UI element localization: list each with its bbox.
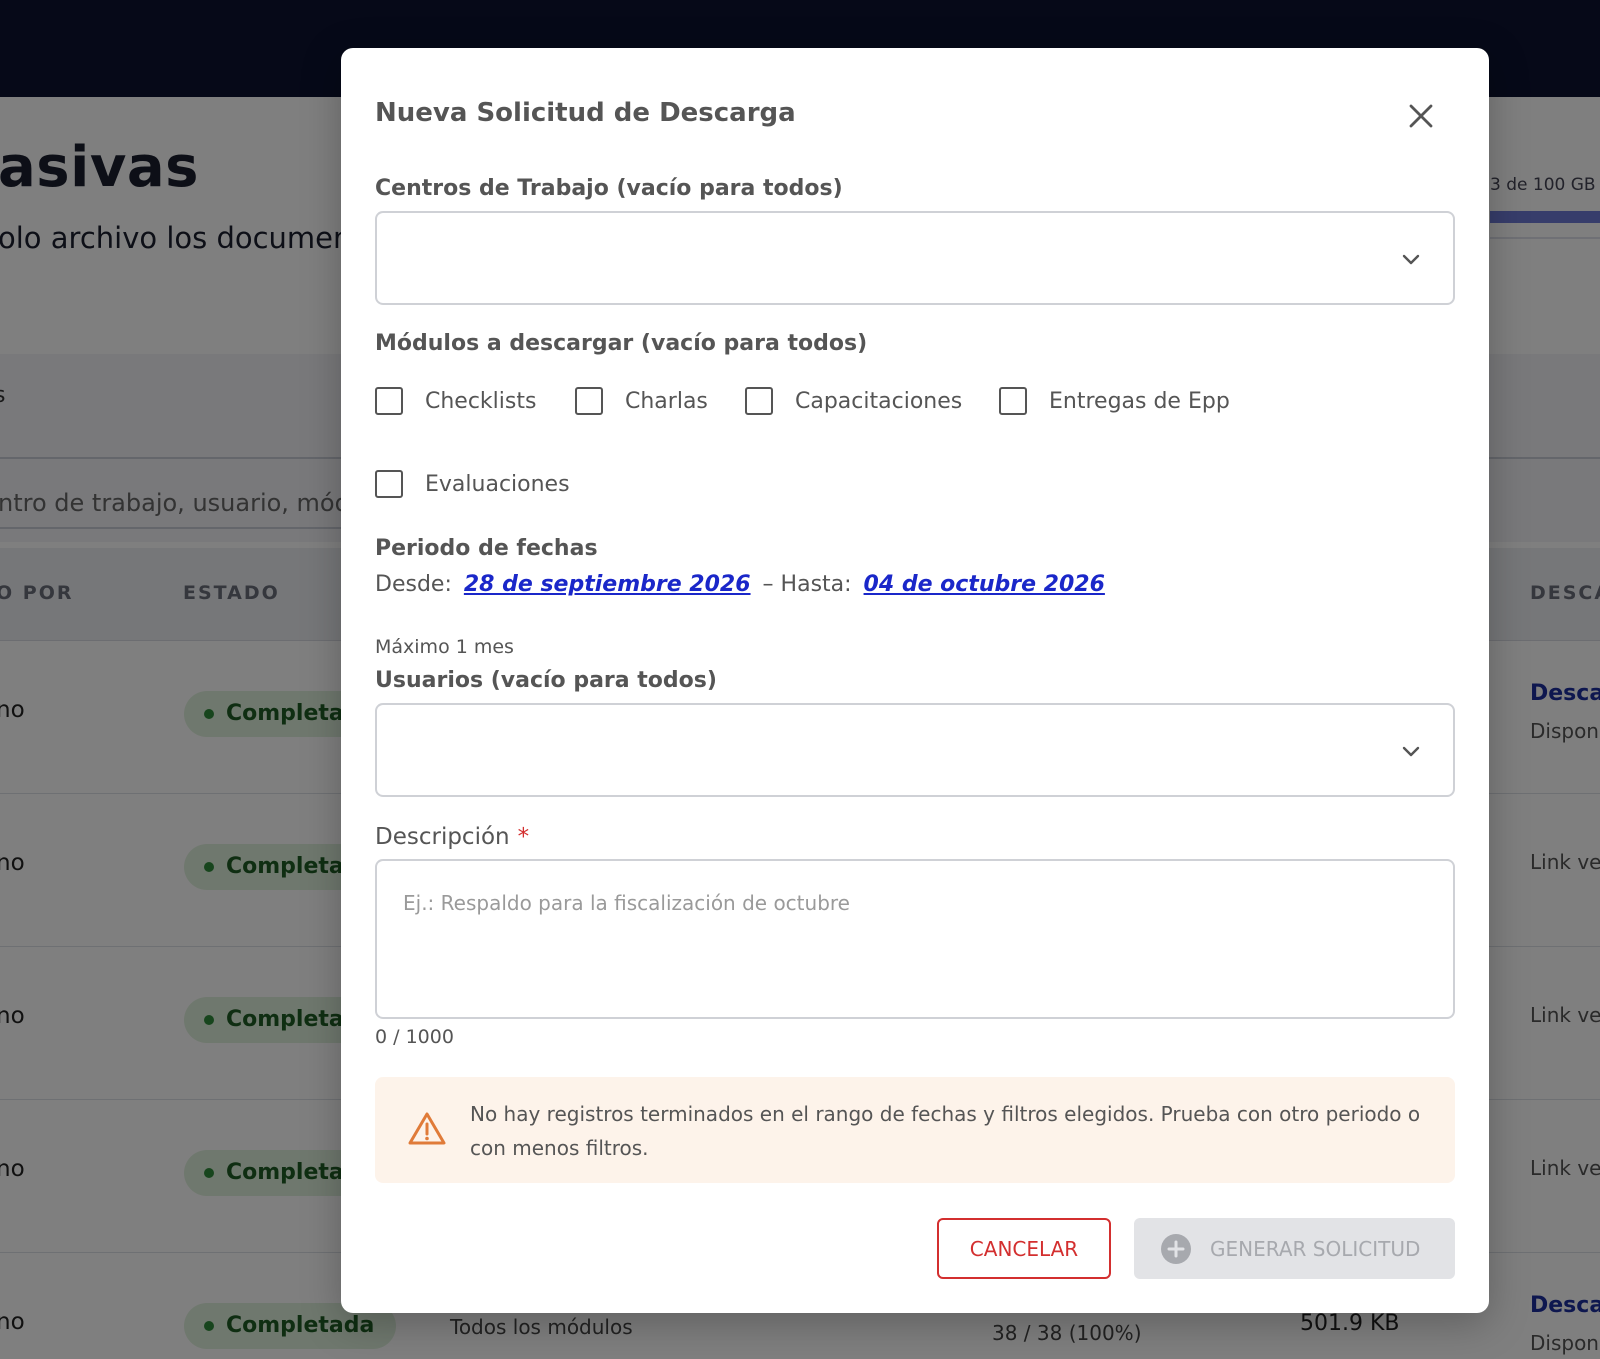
- checkbox-label: Checklists: [425, 388, 537, 414]
- generate-request-button[interactable]: GENERAR SOLICITUD: [1134, 1218, 1455, 1279]
- checkbox-evaluaciones[interactable]: Evaluaciones: [375, 469, 570, 499]
- warning-alert: No hay registros terminados en el rango …: [375, 1077, 1455, 1183]
- checkbox-box[interactable]: [375, 387, 403, 415]
- checkbox-box[interactable]: [745, 387, 773, 415]
- close-icon: [1409, 104, 1433, 128]
- checkbox-label: Capacitaciones: [795, 388, 963, 414]
- character-counter: 0 / 1000: [375, 1026, 454, 1048]
- cancel-button[interactable]: CANCELAR: [937, 1218, 1111, 1279]
- checkbox-label: Evaluaciones: [425, 471, 570, 497]
- checkbox-box[interactable]: [575, 387, 603, 415]
- checkbox-charlas[interactable]: Charlas: [575, 386, 708, 416]
- centros-label: Centros de Trabajo (vacío para todos): [375, 176, 843, 201]
- generate-button-label: GENERAR SOLICITUD: [1210, 1236, 1421, 1261]
- desde-date-link[interactable]: 28 de septiembre 2026: [464, 572, 751, 597]
- usuarios-select[interactable]: [375, 703, 1455, 797]
- modulos-label: Módulos a descargar (vacío para todos): [375, 331, 868, 356]
- chevron-down-icon: [1402, 746, 1420, 757]
- close-button[interactable]: [1399, 94, 1443, 138]
- checkbox-box[interactable]: [375, 470, 403, 498]
- centros-select[interactable]: [375, 211, 1455, 305]
- checkbox-checklists[interactable]: Checklists: [375, 386, 536, 416]
- checkbox-capacitaciones[interactable]: Capacitaciones: [745, 386, 962, 416]
- checkbox-box[interactable]: [999, 387, 1027, 415]
- alert-message: No hay registros terminados en el rango …: [470, 1102, 1421, 1160]
- hasta-date-link[interactable]: 04 de octubre 2026: [864, 572, 1105, 597]
- periodo-label: Periodo de fechas: [375, 536, 598, 561]
- checkbox-entregas-epp[interactable]: Entregas de Epp: [999, 386, 1230, 416]
- max-range-hint: Máximo 1 mes: [375, 636, 514, 658]
- chevron-down-icon: [1402, 254, 1420, 265]
- plus-circle-icon: [1161, 1233, 1191, 1264]
- descripcion-textarea[interactable]: [375, 859, 1455, 1019]
- checkbox-label: Entregas de Epp: [1049, 388, 1230, 414]
- descripcion-label: Descripción *: [375, 824, 529, 850]
- required-marker: *: [517, 824, 530, 850]
- desde-label: Desde:: [375, 572, 452, 597]
- checkbox-label: Charlas: [625, 388, 708, 414]
- usuarios-label: Usuarios (vacío para todos): [375, 668, 717, 693]
- warning-triangle-icon: [408, 1112, 446, 1145]
- date-range: Desde: 28 de septiembre 2026 – Hasta: 04…: [375, 572, 1105, 597]
- hasta-label: – Hasta:: [762, 572, 852, 597]
- dialog-title: Nueva Solicitud de Descarga: [375, 98, 796, 128]
- descripcion-label-text: Descripción: [375, 824, 510, 850]
- new-download-request-dialog: Nueva Solicitud de Descarga Centros de T…: [341, 48, 1489, 1313]
